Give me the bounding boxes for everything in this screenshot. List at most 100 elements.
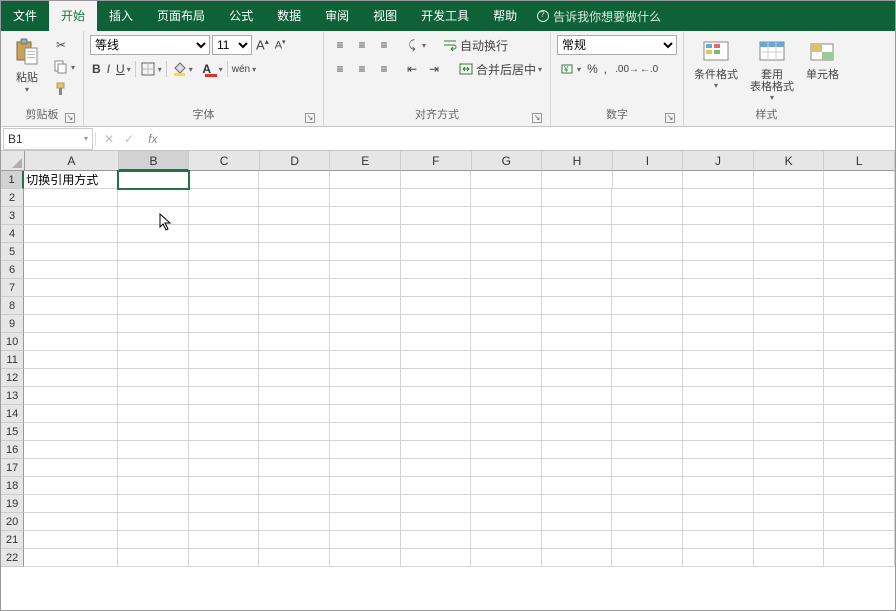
- percent-button[interactable]: %: [585, 59, 600, 79]
- cell-A19[interactable]: [24, 495, 118, 513]
- decrease-decimal-button[interactable]: ←.0: [639, 59, 659, 79]
- cell-D3[interactable]: [259, 207, 330, 225]
- column-header-I[interactable]: I: [613, 151, 684, 171]
- cell-H18[interactable]: [542, 477, 613, 495]
- cell-D20[interactable]: [259, 513, 330, 531]
- cell-C19[interactable]: [189, 495, 260, 513]
- cell-I13[interactable]: [612, 387, 683, 405]
- column-header-G[interactable]: G: [472, 151, 543, 171]
- cell-D19[interactable]: [259, 495, 330, 513]
- tab-file[interactable]: 文件: [1, 1, 49, 31]
- cell-C17[interactable]: [189, 459, 260, 477]
- cell-L4[interactable]: [824, 225, 895, 243]
- cell-K16[interactable]: [754, 441, 825, 459]
- cell-H17[interactable]: [542, 459, 613, 477]
- column-header-F[interactable]: F: [401, 151, 472, 171]
- cell-E1[interactable]: [330, 171, 401, 189]
- cell-B19[interactable]: [118, 495, 189, 513]
- cell-B9[interactable]: [118, 315, 189, 333]
- cell-J1[interactable]: [683, 171, 754, 189]
- cell-K22[interactable]: [754, 549, 825, 567]
- cell-I9[interactable]: [612, 315, 683, 333]
- cell-L7[interactable]: [824, 279, 895, 297]
- cell-J2[interactable]: [683, 189, 754, 207]
- cell-F15[interactable]: [401, 423, 472, 441]
- cell-F5[interactable]: [401, 243, 472, 261]
- cell-A13[interactable]: [24, 387, 118, 405]
- cell-I10[interactable]: [612, 333, 683, 351]
- cell-K15[interactable]: [754, 423, 825, 441]
- align-left-button[interactable]: ≡: [330, 59, 350, 79]
- cell-I20[interactable]: [612, 513, 683, 531]
- column-header-D[interactable]: D: [260, 151, 331, 171]
- cell-D22[interactable]: [259, 549, 330, 567]
- cell-E20[interactable]: [330, 513, 401, 531]
- fx-icon[interactable]: fx: [148, 132, 157, 146]
- increase-decimal-button[interactable]: .00→: [617, 59, 637, 79]
- row-header[interactable]: 13: [1, 387, 24, 405]
- copy-button[interactable]: ▾: [51, 57, 77, 77]
- column-header-L[interactable]: L: [824, 151, 895, 171]
- cell-F14[interactable]: [401, 405, 472, 423]
- cell-J18[interactable]: [683, 477, 754, 495]
- cell-D8[interactable]: [259, 297, 330, 315]
- cell-B15[interactable]: [118, 423, 189, 441]
- cell-C10[interactable]: [189, 333, 260, 351]
- cell-A1[interactable]: 切换引用方式: [24, 171, 118, 189]
- cell-C18[interactable]: [189, 477, 260, 495]
- cell-J9[interactable]: [683, 315, 754, 333]
- cell-H7[interactable]: [542, 279, 613, 297]
- cell-G14[interactable]: [471, 405, 542, 423]
- cell-G18[interactable]: [471, 477, 542, 495]
- cell-B6[interactable]: [118, 261, 189, 279]
- cell-F7[interactable]: [401, 279, 472, 297]
- cell-E9[interactable]: [330, 315, 401, 333]
- cell-J13[interactable]: [683, 387, 754, 405]
- cell-J14[interactable]: [683, 405, 754, 423]
- cell-L3[interactable]: [824, 207, 895, 225]
- cell-G9[interactable]: [471, 315, 542, 333]
- cell-D17[interactable]: [259, 459, 330, 477]
- cell-K5[interactable]: [754, 243, 825, 261]
- cell-C12[interactable]: [189, 369, 260, 387]
- cell-D12[interactable]: [259, 369, 330, 387]
- cell-K6[interactable]: [754, 261, 825, 279]
- cell-C14[interactable]: [189, 405, 260, 423]
- row-header[interactable]: 21: [1, 531, 24, 549]
- cell-A18[interactable]: [24, 477, 118, 495]
- underline-button[interactable]: U▾: [114, 59, 133, 79]
- cell-C9[interactable]: [189, 315, 260, 333]
- cell-F17[interactable]: [401, 459, 472, 477]
- cell-A14[interactable]: [24, 405, 118, 423]
- cell-E8[interactable]: [330, 297, 401, 315]
- cell-H6[interactable]: [542, 261, 613, 279]
- cell-J4[interactable]: [683, 225, 754, 243]
- italic-button[interactable]: I: [105, 59, 112, 79]
- cell-G19[interactable]: [471, 495, 542, 513]
- column-header-K[interactable]: K: [754, 151, 825, 171]
- cell-L9[interactable]: [824, 315, 895, 333]
- paste-button[interactable]: 粘贴 ▾: [7, 35, 47, 96]
- cell-J19[interactable]: [683, 495, 754, 513]
- cell-J11[interactable]: [683, 351, 754, 369]
- cell-B1[interactable]: [118, 171, 189, 189]
- dialog-launcher-icon[interactable]: ↘: [532, 113, 542, 123]
- cell-F6[interactable]: [401, 261, 472, 279]
- cell-E22[interactable]: [330, 549, 401, 567]
- cell-H19[interactable]: [542, 495, 613, 513]
- cell-E10[interactable]: [330, 333, 401, 351]
- dialog-launcher-icon[interactable]: ↘: [65, 113, 75, 123]
- align-center-button[interactable]: ≡: [352, 59, 372, 79]
- cell-G12[interactable]: [471, 369, 542, 387]
- cell-F16[interactable]: [401, 441, 472, 459]
- cell-J8[interactable]: [683, 297, 754, 315]
- cell-E21[interactable]: [330, 531, 401, 549]
- cell-F19[interactable]: [401, 495, 472, 513]
- cell-G20[interactable]: [471, 513, 542, 531]
- align-bottom-button[interactable]: ≡: [374, 35, 394, 55]
- cell-C2[interactable]: [189, 189, 260, 207]
- cell-C15[interactable]: [189, 423, 260, 441]
- tab-dev[interactable]: 开发工具: [409, 1, 481, 31]
- row-header[interactable]: 9: [1, 315, 24, 333]
- cell-K12[interactable]: [754, 369, 825, 387]
